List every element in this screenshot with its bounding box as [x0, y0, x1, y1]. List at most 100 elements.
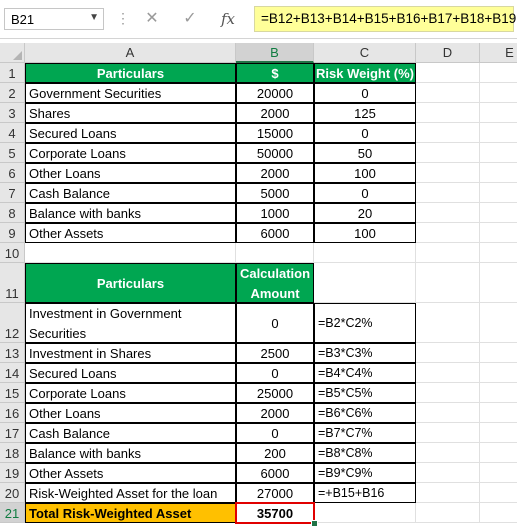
cell[interactable]	[416, 143, 480, 163]
cancel-icon[interactable]: ✕	[140, 7, 164, 31]
cell[interactable]	[480, 183, 517, 203]
cell[interactable]	[416, 483, 480, 503]
calculation-amount-cell[interactable]: 0	[236, 303, 314, 343]
formula-text-cell[interactable]: =+B15+B16	[314, 483, 416, 503]
calculation-amount-cell[interactable]: 6000	[236, 463, 314, 483]
cell[interactable]	[314, 503, 416, 523]
risk-weight-cell[interactable]: 20	[314, 203, 416, 223]
insert-function-icon[interactable]: fx	[216, 7, 240, 31]
cell[interactable]	[416, 63, 480, 83]
row-header[interactable]: 13	[0, 343, 25, 363]
cell[interactable]	[416, 203, 480, 223]
row-header[interactable]: 8	[0, 203, 25, 223]
particular-cell[interactable]: Other Assets	[25, 463, 236, 483]
row-header[interactable]: 1	[0, 63, 25, 83]
particular-cell[interactable]: Shares	[25, 103, 236, 123]
row-header[interactable]: 3	[0, 103, 25, 123]
particular-cell[interactable]: Investment in Shares	[25, 343, 236, 363]
cell[interactable]	[480, 243, 517, 263]
cell[interactable]	[314, 263, 416, 303]
amount-cell[interactable]: 20000	[236, 83, 314, 103]
formula-text-cell[interactable]: =B6*C6%	[314, 403, 416, 423]
cell[interactable]	[416, 123, 480, 143]
cell[interactable]	[480, 483, 517, 503]
cell[interactable]	[416, 383, 480, 403]
name-box[interactable]: B21 ▼	[4, 8, 104, 30]
cell[interactable]	[416, 303, 480, 343]
row-header[interactable]: 11	[0, 263, 25, 303]
row-header[interactable]: 20	[0, 483, 25, 503]
particular-cell[interactable]: Risk-Weighted Asset for the loan	[25, 483, 236, 503]
cell[interactable]	[416, 443, 480, 463]
formula-text-cell[interactable]: =B9*C9%	[314, 463, 416, 483]
cell[interactable]	[480, 463, 517, 483]
cell[interactable]	[480, 383, 517, 403]
chevron-down-icon[interactable]: ▼	[89, 12, 99, 23]
amount-cell[interactable]: 15000	[236, 123, 314, 143]
risk-weight-cell[interactable]: 0	[314, 123, 416, 143]
cell[interactable]	[416, 183, 480, 203]
cell[interactable]	[480, 443, 517, 463]
row-header[interactable]: 17	[0, 423, 25, 443]
row-header[interactable]: 16	[0, 403, 25, 423]
cell[interactable]	[480, 123, 517, 143]
particular-cell[interactable]: Balance with banks	[25, 203, 236, 223]
amount-cell[interactable]: 1000	[236, 203, 314, 223]
formula-text-cell[interactable]: =B8*C8%	[314, 443, 416, 463]
formula-text-cell[interactable]: =B4*C4%	[314, 363, 416, 383]
calculation-amount-cell[interactable]: 0	[236, 363, 314, 383]
formula-text-cell[interactable]: =B7*C7%	[314, 423, 416, 443]
total-label[interactable]: Total Risk-Weighted Asset	[25, 503, 236, 523]
risk-weight-cell[interactable]: 100	[314, 163, 416, 183]
cell[interactable]	[236, 243, 314, 263]
row-header[interactable]: 2	[0, 83, 25, 103]
particular-cell[interactable]: Balance with banks	[25, 443, 236, 463]
cell[interactable]	[480, 223, 517, 243]
formula-text-cell[interactable]: =B5*C5%	[314, 383, 416, 403]
cell[interactable]	[416, 83, 480, 103]
particular-cell[interactable]: Investment in Government Securities	[25, 303, 236, 343]
cell[interactable]	[480, 63, 517, 83]
cell[interactable]	[416, 163, 480, 183]
formula-input[interactable]: =B12+B13+B14+B15+B16+B17+B18+B19	[254, 6, 516, 32]
row-header[interactable]: 9	[0, 223, 25, 243]
row-header[interactable]: 21	[0, 503, 25, 523]
column-header-e[interactable]: E	[480, 43, 517, 63]
formula-text-cell[interactable]: =B2*C2%	[314, 303, 416, 343]
amount-cell[interactable]: 6000	[236, 223, 314, 243]
calculation-amount-cell[interactable]: 200	[236, 443, 314, 463]
column-header-b[interactable]: B	[236, 43, 314, 63]
particular-cell[interactable]: Government Securities	[25, 83, 236, 103]
cell[interactable]	[416, 403, 480, 423]
amount-cell[interactable]: 2000	[236, 103, 314, 123]
amount-cell[interactable]: 2000	[236, 163, 314, 183]
row-header[interactable]: 5	[0, 143, 25, 163]
cell[interactable]	[480, 143, 517, 163]
calculation-amount-cell[interactable]: 25000	[236, 383, 314, 403]
column-header-a[interactable]: A	[25, 43, 236, 63]
calculation-amount-cell[interactable]: 27000	[236, 483, 314, 503]
cell[interactable]	[480, 83, 517, 103]
column-header-c[interactable]: C	[314, 43, 416, 63]
calculation-amount-cell[interactable]: 0	[236, 423, 314, 443]
row-header[interactable]: 12	[0, 303, 25, 343]
cell[interactable]	[416, 423, 480, 443]
row-header[interactable]: 15	[0, 383, 25, 403]
select-all-button[interactable]	[0, 43, 25, 63]
particular-cell[interactable]: Corporate Loans	[25, 143, 236, 163]
particular-cell[interactable]: Other Loans	[25, 403, 236, 423]
cell[interactable]	[480, 343, 517, 363]
particular-cell[interactable]: Cash Balance	[25, 183, 236, 203]
row-header[interactable]: 10	[0, 243, 25, 263]
amount-cell[interactable]: 5000	[236, 183, 314, 203]
cell[interactable]	[416, 103, 480, 123]
calculation-amount-cell[interactable]: 2000	[236, 403, 314, 423]
cell[interactable]	[480, 203, 517, 223]
particular-cell[interactable]: Cash Balance	[25, 423, 236, 443]
cell[interactable]	[416, 243, 480, 263]
row-header[interactable]: 19	[0, 463, 25, 483]
cell[interactable]	[314, 243, 416, 263]
row-header[interactable]: 7	[0, 183, 25, 203]
cell[interactable]	[480, 503, 517, 523]
cell[interactable]	[480, 103, 517, 123]
